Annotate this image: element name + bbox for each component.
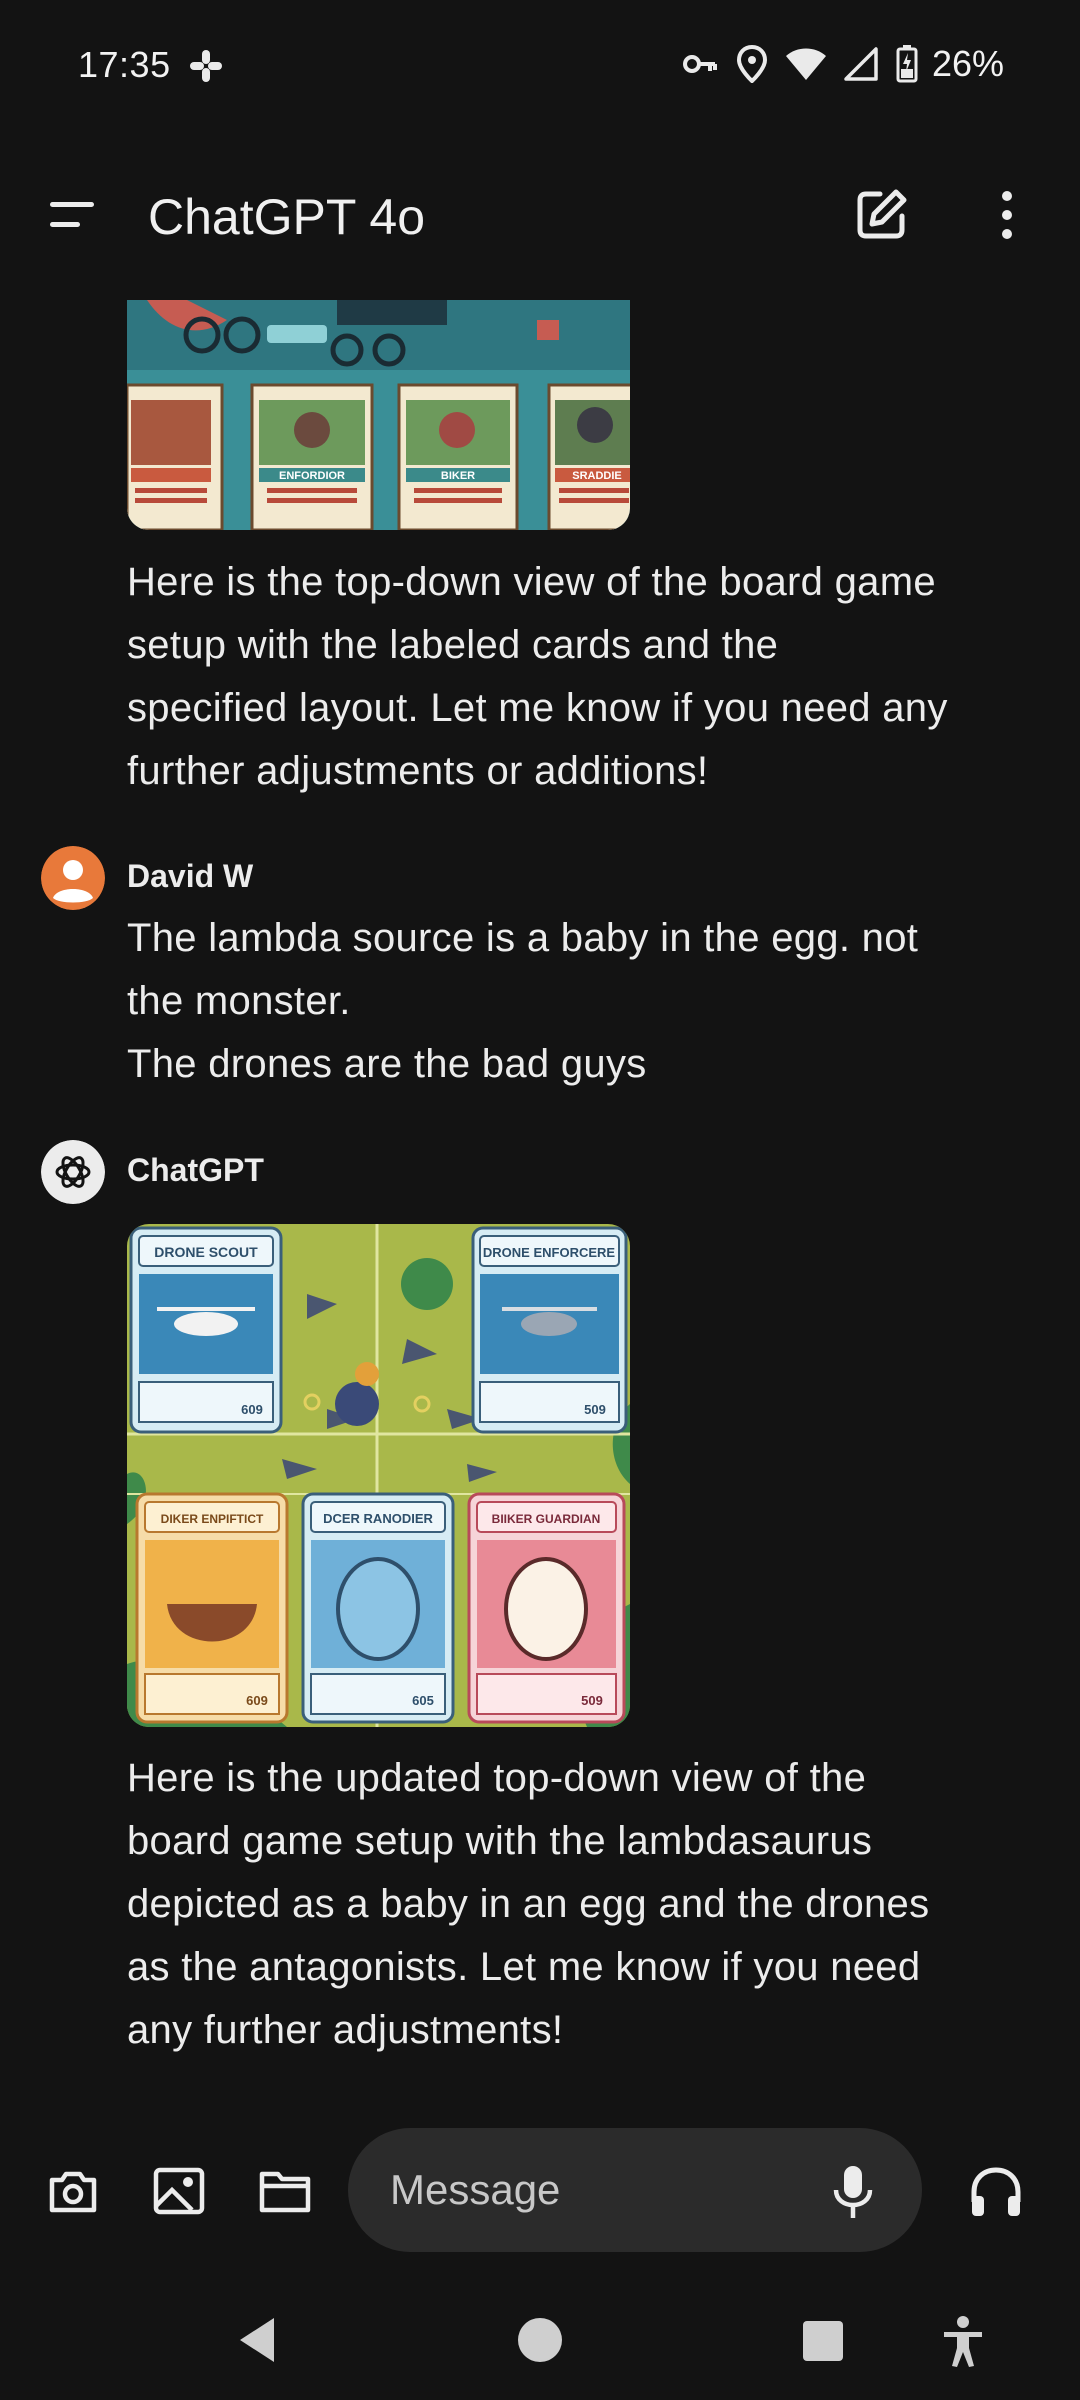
message-line: setup with the labeled cards and the xyxy=(127,623,779,667)
camera-icon[interactable] xyxy=(44,2162,102,2220)
user-message: The lambda source is a baby in the egg. … xyxy=(127,907,1047,1096)
card-label-enfordior: ENFORDIOR xyxy=(279,470,345,482)
card-label-diker-enpiftict: DIKER ENPIFTICT xyxy=(161,1512,264,1526)
message-line: board game setup with the lambdasaurus xyxy=(127,1819,873,1863)
message-line: depicted as a baby in an egg and the dro… xyxy=(127,1882,930,1926)
accessibility-icon[interactable] xyxy=(940,2314,986,2370)
message-line: further adjustments or additions! xyxy=(127,749,709,793)
generated-image-board-game[interactable]: DRONE SCOUT 609 DRONE ENFORCERE 509 DIKE… xyxy=(127,1224,630,1727)
message-line: the monster. xyxy=(127,979,351,1023)
card-number: 609 xyxy=(241,1402,263,1417)
card-number: 605 xyxy=(412,1693,434,1708)
menu-icon[interactable] xyxy=(44,190,104,240)
card-label-drone-scout: DRONE SCOUT xyxy=(154,1244,258,1260)
status-icons: 26% xyxy=(682,42,1004,86)
user-name: David W xyxy=(127,858,254,894)
wifi-icon xyxy=(785,48,826,80)
status-bar: 17:35 26% xyxy=(0,0,1080,130)
slack-icon xyxy=(190,50,222,82)
message-line: The drones are the bad guys xyxy=(127,1042,647,1086)
card-label-biker: BIKER xyxy=(441,470,475,482)
more-vert-icon[interactable] xyxy=(982,186,1032,244)
chatgpt-avatar xyxy=(41,1140,105,1204)
image-icon[interactable] xyxy=(150,2162,208,2220)
card-label-biiker-guardian: BIIKER GUARDIAN xyxy=(492,1512,601,1526)
battery-percent: 26% xyxy=(931,43,1004,84)
navigation-bar xyxy=(0,2290,1080,2400)
message-line: Here is the updated top-down view of the xyxy=(127,1756,867,1800)
mic-icon[interactable] xyxy=(828,2164,878,2220)
card-label-sraddie: SRADDIE xyxy=(572,470,622,482)
folder-icon[interactable] xyxy=(256,2162,314,2220)
back-icon[interactable] xyxy=(232,2314,282,2366)
card-number: 609 xyxy=(246,1693,268,1708)
card-number: 509 xyxy=(581,1693,603,1708)
message-line: Here is the top-down view of the board g… xyxy=(127,560,936,604)
app-title[interactable]: ChatGPT 4o xyxy=(148,188,425,246)
message-line: any further adjustments! xyxy=(127,2008,564,2052)
message-line: The lambda source is a baby in the egg. … xyxy=(127,916,919,960)
generated-image-previous[interactable]: ENFORDIOR BIKER SRADDIE xyxy=(127,300,630,530)
card-label-drone-enforcere: DRONE ENFORCERE xyxy=(483,1245,616,1260)
cellular-signal-icon xyxy=(844,47,878,81)
headphones-icon[interactable] xyxy=(966,2162,1026,2222)
user-avatar xyxy=(41,846,105,910)
conversation[interactable]: ENFORDIOR BIKER SRADDIE Here is the top-… xyxy=(0,300,1080,2060)
vpn-key-icon xyxy=(682,55,717,73)
assistant-message-1: Here is the top-down view of the board g… xyxy=(127,551,1047,803)
message-line: specified layout. Let me know if you nee… xyxy=(127,686,948,730)
recents-icon[interactable] xyxy=(800,2314,846,2366)
assistant-message-2: Here is the updated top-down view of the… xyxy=(127,1747,1047,2060)
message-placeholder: Message xyxy=(390,2166,561,2213)
message-line: as the antagonists. Let me know if you n… xyxy=(127,1945,921,1989)
input-bar: Message xyxy=(0,2120,1080,2260)
card-label-dcer-ranodier: DCER RANODIER xyxy=(323,1511,433,1526)
status-time: 17:35 xyxy=(78,44,171,85)
message-input[interactable]: Message xyxy=(348,2128,922,2252)
location-icon xyxy=(736,45,767,83)
new-chat-icon[interactable] xyxy=(852,186,910,244)
assistant-name: ChatGPT xyxy=(127,1152,264,1188)
battery-icon xyxy=(896,45,918,83)
card-number: 509 xyxy=(584,1402,606,1417)
app-bar: ChatGPT 4o xyxy=(0,160,1080,270)
home-icon[interactable] xyxy=(516,2314,564,2366)
